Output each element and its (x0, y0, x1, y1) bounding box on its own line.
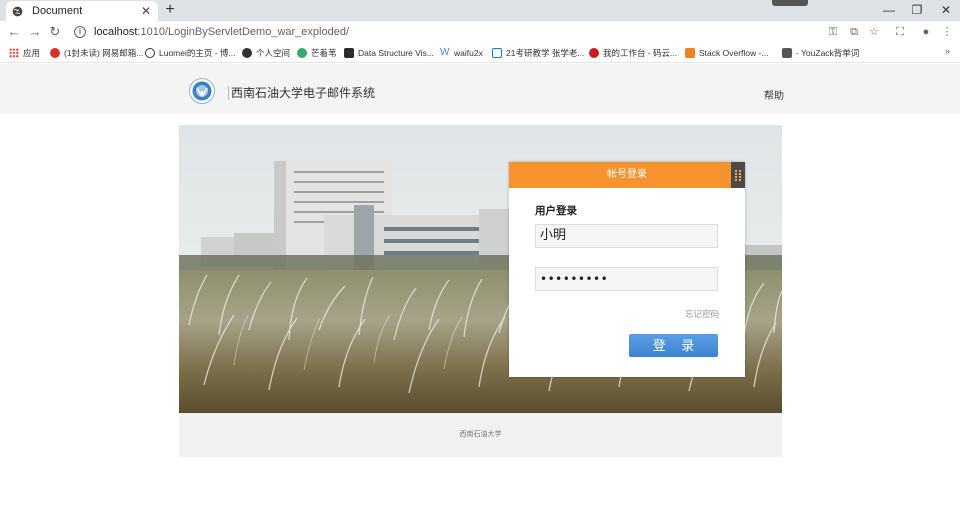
bookmark-kaoyan[interactable]: 21考研教学 张学老... (492, 46, 584, 60)
bookmark-mangzhewei[interactable]: 芒着苇 (297, 46, 337, 60)
waifu-icon: W (440, 47, 450, 58)
university-logo (189, 78, 215, 104)
login-card-header: 帐号登录 (509, 162, 745, 188)
bookmarks-more-icon[interactable]: » (945, 46, 950, 56)
tab-strip: Document ✕ + — ❐ ✕ (0, 0, 960, 21)
star-icon[interactable]: ☆ (867, 25, 881, 39)
browser-toolbar: ← → ↻ i localhost:1010/LoginByServletDem… (0, 21, 960, 43)
forward-arrow-icon[interactable]: → (27, 24, 43, 40)
translate-icon[interactable]: ⧉ (847, 25, 861, 39)
login-card: 帐号登录 用户登录 小明 ••••••••• 忘记密码 登 录 (509, 162, 745, 377)
bookmark-netease-mail[interactable]: (1封未读) 网易邮箱... (50, 46, 143, 60)
key-icon[interactable]: ⚿ (826, 25, 840, 39)
bookmark-stackoverflow[interactable]: Stack Overflow -... (685, 46, 768, 60)
new-tab-button[interactable]: + (162, 2, 178, 18)
extension-badge (772, 0, 808, 6)
url-host: localhost (94, 26, 138, 38)
login-section-label: 用户登录 (535, 205, 577, 217)
help-link[interactable]: 帮助 (764, 87, 784, 102)
drag-handle-icon[interactable] (731, 162, 745, 188)
bookmark-gitee[interactable]: 我的工作台 - 码云... (589, 46, 677, 60)
close-tab-icon[interactable]: ✕ (140, 4, 152, 18)
url-path: :1010/LoginByServletDemo_war_exploded/ (137, 26, 349, 38)
bookmark-apps[interactable]: 应用 (9, 46, 40, 60)
bookmark-luomei-blog[interactable]: Luomei的主页 - 博... (145, 46, 236, 60)
mail-icon (50, 48, 60, 58)
tab-title: Document (32, 5, 83, 17)
gitee-icon (589, 48, 599, 58)
page-footer: 西南石油大学 (179, 413, 782, 457)
globe-icon (242, 48, 252, 58)
menu-icon[interactable]: ⋮ (940, 25, 954, 39)
reload-icon[interactable]: ↻ (47, 24, 63, 40)
stackoverflow-icon (685, 48, 695, 58)
bookmarks-bar: 应用 (1封未读) 网易邮箱... Luomei的主页 - 博... 个人空间 … (0, 43, 960, 63)
site-info-icon[interactable]: i (74, 26, 86, 38)
bookmark-waifu2x[interactable]: W waifu2x (440, 46, 483, 60)
login-card-title: 帐号登录 (607, 169, 647, 180)
address-bar[interactable]: i localhost:1010/LoginByServletDemo_war_… (68, 22, 810, 42)
username-input[interactable]: 小明 (535, 224, 718, 248)
apps-grid-icon (9, 48, 19, 58)
youzack-icon (782, 48, 792, 58)
dsv-icon (344, 48, 354, 58)
forgot-password-link[interactable]: 忘记密码 (685, 308, 719, 320)
globe-icon (12, 6, 23, 16)
maximize-icon[interactable]: ❐ (909, 2, 925, 18)
profile-icon[interactable]: ● (919, 25, 933, 39)
password-input[interactable]: ••••••••• (535, 267, 718, 291)
site-header: 西南石油大学电子邮件系统 帮助 (0, 64, 960, 114)
bookmark-youzack[interactable]: - YouZack背单词 (782, 46, 859, 60)
browser-tab[interactable]: Document ✕ (6, 1, 158, 21)
window-close-icon[interactable]: ✕ (938, 2, 954, 18)
back-arrow-icon[interactable]: ← (6, 24, 22, 40)
footer-text: 西南石油大学 (459, 431, 502, 438)
leaf-icon (297, 48, 307, 58)
site-title: 西南石油大学电子邮件系统 (228, 86, 375, 100)
bookmark-data-structure-vis[interactable]: Data Structure Vis... (344, 46, 434, 60)
blog-icon (145, 48, 155, 58)
bookmark-personal-space[interactable]: 个人空间 (242, 46, 290, 60)
minimize-icon[interactable]: — (881, 2, 897, 18)
tv-icon (492, 48, 502, 58)
login-button[interactable]: 登 录 (629, 334, 718, 357)
extension-icon[interactable]: ⛶ (893, 25, 907, 39)
